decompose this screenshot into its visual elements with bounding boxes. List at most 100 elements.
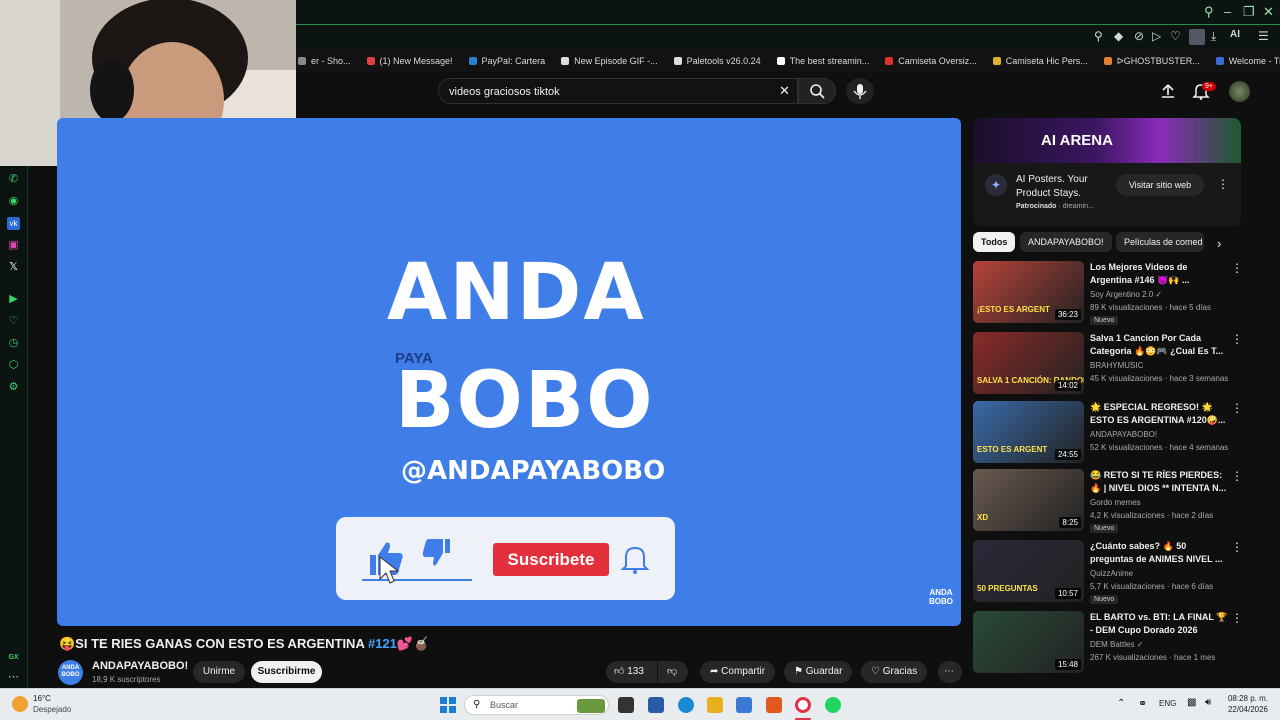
- ad-visit-button[interactable]: Visitar sitio web: [1116, 174, 1204, 196]
- sponsored-ad[interactable]: AI ARENA ✦ AI Posters. Your Product Stay…: [973, 118, 1241, 226]
- recommendation-channel[interactable]: Soy Argentino 2.0 ✓: [1090, 290, 1162, 299]
- ad-banner[interactable]: AI ARENA: [973, 118, 1241, 163]
- bookmark-item[interactable]: Paletools v26.0.24: [673, 56, 761, 66]
- user-avatar[interactable]: [1229, 81, 1250, 102]
- more-icon[interactable]: ⋯: [7, 671, 20, 684]
- search-button[interactable]: [798, 78, 836, 104]
- close-window-icon[interactable]: ✕: [1263, 4, 1274, 20]
- download-icon[interactable]: ⤓: [1211, 29, 1216, 44]
- minimize-icon[interactable]: –: [1224, 4, 1231, 19]
- recommendation-thumbnail[interactable]: XD 8:25: [973, 469, 1084, 531]
- recommendation-item[interactable]: ¡ESTO ES ARGENT 36:23 Los Mejores Videos d…: [973, 261, 1243, 325]
- show-hidden-icons[interactable]: ⌃: [1117, 698, 1125, 709]
- recommendation-item[interactable]: XD 8:25 😂 RETO SI TE RÍES PIERDES: 🔥 | NIV…: [973, 469, 1243, 533]
- more-options-icon[interactable]: ⋮: [1231, 261, 1243, 275]
- windows-start-icon[interactable]: [440, 697, 456, 713]
- task-view-icon[interactable]: [618, 697, 634, 713]
- search-box[interactable]: ✕: [438, 78, 798, 104]
- temperature[interactable]: 16°C: [33, 694, 51, 703]
- chevron-right-icon[interactable]: ›: [1217, 236, 1221, 251]
- ad-more-icon[interactable]: ⋮: [1217, 177, 1229, 191]
- clock-date[interactable]: 22/04/2026: [1226, 705, 1268, 714]
- recommendation-thumbnail[interactable]: 15:48: [973, 611, 1084, 673]
- bookmark-item[interactable]: New Episode GIF -...: [561, 56, 658, 66]
- gx-label[interactable]: GX: [7, 651, 20, 664]
- recommendation-item[interactable]: 15:48 EL BARTO vs. BTI: LA FINAL 🏆 - DEM …: [973, 611, 1243, 675]
- recommendation-thumbnail[interactable]: ¡ESTO ES ARGENT 36:23: [973, 261, 1084, 323]
- bookmark-item[interactable]: PayPal: Cartera: [468, 56, 545, 66]
- weather-icon[interactable]: [12, 696, 28, 712]
- recommendation-title[interactable]: 😂 RETO SI TE RÍES PIERDES: 🔥 | NIVEL DIO…: [1090, 469, 1228, 495]
- play-icon[interactable]: ▷: [1152, 29, 1161, 43]
- ai-button[interactable]: AI: [1230, 29, 1240, 40]
- whatsapp-icon[interactable]: ✆: [7, 173, 20, 186]
- recommendation-title[interactable]: Los Mejores Videos de Argentina #146 😈🙌 …: [1090, 261, 1228, 287]
- video-hashtag[interactable]: #121: [368, 636, 397, 651]
- recommendation-channel[interactable]: Gordo memes: [1090, 498, 1141, 507]
- recommendation-thumbnail[interactable]: 50 PREGUNTAS 10:57: [973, 540, 1084, 602]
- bookmark-item[interactable]: er - Sho...: [298, 56, 351, 66]
- pin-icon[interactable]: ⚲: [1094, 29, 1103, 43]
- save-button[interactable]: ⚑ Guardar: [784, 661, 853, 683]
- heart-icon[interactable]: ♡: [1170, 29, 1181, 43]
- volume-icon[interactable]: 🔊︎: [1205, 697, 1211, 708]
- search-input[interactable]: [449, 84, 749, 100]
- chip-all[interactable]: Todos: [973, 232, 1016, 252]
- history-icon[interactable]: ◷: [7, 337, 20, 350]
- taskbar-search[interactable]: ⚲ Buscar: [464, 695, 609, 715]
- network-icon[interactable]: ▩: [1187, 697, 1196, 708]
- instagram-icon[interactable]: ▣: [7, 239, 20, 252]
- spotify-icon[interactable]: [825, 697, 841, 713]
- file-explorer-icon[interactable]: [707, 697, 723, 713]
- player-icon[interactable]: ▶: [7, 293, 20, 306]
- recommendation-title[interactable]: EL BARTO vs. BTI: LA FINAL 🏆 - DEM Cupo …: [1090, 611, 1228, 637]
- more-options-icon[interactable]: ⋮: [1231, 332, 1243, 346]
- subscribe-button[interactable]: Suscribirme: [251, 661, 322, 683]
- video-player[interactable]: ANDA PAYA BOBO @ANDAPAYABOBO Suscribete …: [57, 118, 961, 626]
- bookmark-item[interactable]: Camiseta Oversiz...: [885, 56, 977, 66]
- recommendation-thumbnail[interactable]: ESTO ES ARGENT 24:55: [973, 401, 1084, 463]
- recommendation-title[interactable]: ¿Cuánto sabes? 🔥 50 preguntas de ANIMES …: [1090, 540, 1228, 566]
- channel-avatar[interactable]: ANDA BOBO: [58, 660, 83, 685]
- recommendation-channel[interactable]: ANDAPAYABOBO!: [1090, 430, 1157, 439]
- weather-text[interactable]: Despejado: [33, 705, 71, 714]
- block-icon[interactable]: ⊘: [1134, 29, 1144, 43]
- bookmark-item[interactable]: ᐅGHOSTBUSTER...: [1103, 56, 1200, 67]
- bookmark-item[interactable]: Welcome - Trigger...: [1215, 56, 1280, 66]
- app-icon-store[interactable]: [648, 697, 664, 713]
- like-button[interactable]: 👍︎ 133: [606, 661, 657, 683]
- chip-comedy[interactable]: Películas de comed: [1116, 232, 1204, 252]
- clear-search-icon[interactable]: ✕: [779, 83, 790, 99]
- app-icon-outlook[interactable]: [736, 697, 752, 713]
- more-options-icon[interactable]: ⋮: [1231, 540, 1243, 554]
- bookmark-item[interactable]: (1) New Message!: [366, 56, 453, 66]
- dislike-button[interactable]: 👎︎: [658, 661, 688, 683]
- recommendation-title[interactable]: Salva 1 Cancion Por Cada Categoria 🔥😳🎮 ¿…: [1090, 332, 1228, 358]
- more-actions-button[interactable]: ⋯: [938, 661, 962, 683]
- recommendation-item[interactable]: ESTO ES ARGENT 24:55 🌟 ESPECIAL REGRESO! 🌟…: [973, 401, 1243, 465]
- profile-avatar[interactable]: [1189, 29, 1205, 45]
- clock-time[interactable]: 08:28 p. m.: [1226, 694, 1268, 703]
- extensions-icon[interactable]: ⬡: [7, 359, 20, 372]
- brave-icon[interactable]: [766, 697, 782, 713]
- recommendation-channel[interactable]: QuizzAnime: [1090, 569, 1133, 578]
- discord-icon[interactable]: ◉: [7, 195, 20, 208]
- vk-icon[interactable]: vk: [7, 217, 20, 230]
- edge-icon[interactable]: [678, 697, 694, 713]
- thanks-button[interactable]: ♡ Gracias: [861, 661, 928, 683]
- chip-channel[interactable]: ANDAPAYABOBO!: [1020, 232, 1112, 252]
- settings-icon[interactable]: ⚙: [7, 381, 20, 394]
- search-tabs-icon[interactable]: ⚲: [1204, 4, 1214, 20]
- recommendation-channel[interactable]: BRAHYMUSIC: [1090, 361, 1143, 370]
- recommendation-title[interactable]: 🌟 ESPECIAL REGRESO! 🌟 ESTO ES ARGENTINA …: [1090, 401, 1228, 427]
- more-options-icon[interactable]: ⋮: [1231, 401, 1243, 415]
- opera-gx-icon[interactable]: [795, 697, 811, 713]
- bookmark-item[interactable]: Camiseta Hic Pers...: [992, 56, 1088, 66]
- more-options-icon[interactable]: ⋮: [1231, 611, 1243, 625]
- bookmark-item[interactable]: The best streamin...: [776, 56, 869, 66]
- recommendation-thumbnail[interactable]: SALVA 1 CANCIÓN: RANDOM 14:02: [973, 332, 1084, 394]
- shield-icon[interactable]: ◆: [1114, 29, 1123, 43]
- channel-name[interactable]: ANDAPAYABOBO!: [92, 660, 188, 672]
- recommendation-channel[interactable]: DEM Battles ✓: [1090, 640, 1143, 649]
- x-icon[interactable]: 𝕏: [7, 261, 20, 274]
